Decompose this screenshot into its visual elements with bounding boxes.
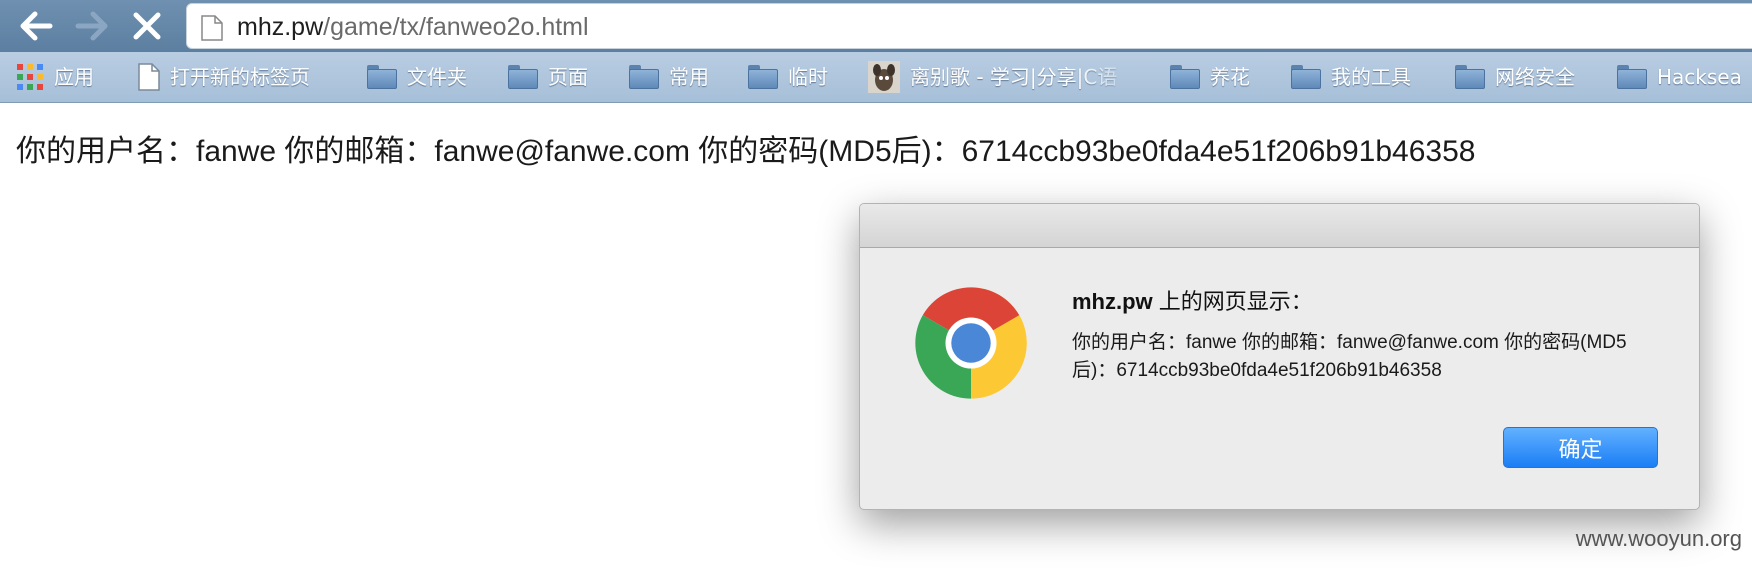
watermark: www.wooyun.org (1575, 526, 1742, 551)
bookmark-label: 文件夹 (407, 65, 467, 89)
apps-grid-icon (17, 64, 43, 90)
bookmark-label: 养花 (1210, 65, 1250, 89)
bookmark-site[interactable]: 离别歌 - 学习|分享|C语 (868, 60, 1142, 94)
folder-icon (629, 65, 659, 89)
forward-arrow-icon[interactable] (72, 6, 112, 46)
folder-icon (367, 65, 397, 89)
folder-icon (1455, 65, 1485, 89)
bookmark-folder[interactable]: 养花 (1170, 60, 1250, 94)
url-text: mhz.pw/game/tx/fanweo2o.html (237, 12, 589, 42)
bookmark-folder[interactable]: 页面 (508, 60, 588, 94)
bookmark-label: 常用 (669, 65, 709, 89)
bookmark-folder[interactable]: 我的工具 (1291, 60, 1411, 94)
bookmark-folder[interactable]: 临时 (748, 60, 828, 94)
page-icon (138, 63, 160, 91)
browser-toolbar: mhz.pw/game/tx/fanweo2o.html (0, 0, 1752, 52)
address-bar[interactable]: mhz.pw/game/tx/fanweo2o.html (186, 3, 1752, 49)
url-path: /game/tx/fanweo2o.html (323, 13, 589, 41)
bookmark-label: 离别歌 - 学习|分享|C语 (910, 65, 1118, 89)
bookmark-folder[interactable]: 文件夹 (367, 60, 467, 94)
bookmark-folder[interactable]: Hacksea (1617, 60, 1742, 94)
bookmark-new-tab[interactable]: 打开新的标签页 (138, 60, 310, 94)
bookmark-apps[interactable]: 应用 (16, 60, 94, 94)
bookmark-label: 应用 (54, 65, 94, 89)
folder-icon (1617, 65, 1647, 89)
url-host: mhz.pw (237, 13, 324, 41)
chrome-logo-icon (915, 287, 1027, 399)
close-icon[interactable] (127, 6, 167, 46)
ok-button[interactable]: 确定 (1503, 427, 1658, 468)
alert-dialog: mhz.pw 上的网页显示： 你的用户名：fanwe 你的邮箱：fanwe@fa… (859, 203, 1700, 510)
folder-icon (748, 65, 778, 89)
page-icon (201, 15, 223, 41)
dialog-titlebar (860, 204, 1699, 248)
dialog-heading-host: mhz.pw (1072, 289, 1153, 314)
bookmark-label: Hacksea (1657, 65, 1742, 89)
dialog-heading: mhz.pw 上的网页显示： (1072, 284, 1313, 316)
bookmark-folder[interactable]: 网络安全 (1455, 60, 1575, 94)
dialog-message: 你的用户名：fanwe 你的邮箱：fanwe@fanwe.com 你的密码(MD… (1072, 332, 1627, 381)
back-arrow-icon[interactable] (16, 6, 56, 46)
page-body-text: 你的用户名：fanwe 你的邮箱：fanwe@fanwe.com 你的密码(MD… (16, 135, 1476, 168)
bookmark-label: 打开新的标签页 (170, 65, 310, 89)
bookmark-folder[interactable]: 常用 (629, 60, 709, 94)
bookmark-label: 我的工具 (1331, 65, 1411, 89)
dialog-heading-suffix: 上的网页显示： (1152, 289, 1313, 314)
folder-icon (508, 65, 538, 89)
folder-icon (1170, 65, 1200, 89)
bookmark-label: 页面 (548, 65, 588, 89)
bookmark-label: 网络安全 (1495, 65, 1575, 89)
avatar-icon (868, 61, 900, 93)
bookmarks-bar: 应用 打开新的标签页 文件夹 页面 常用 临时 离别歌 - 学习|分享|C语 养… (0, 52, 1752, 103)
folder-icon (1291, 65, 1321, 89)
bookmark-label: 临时 (788, 65, 828, 89)
